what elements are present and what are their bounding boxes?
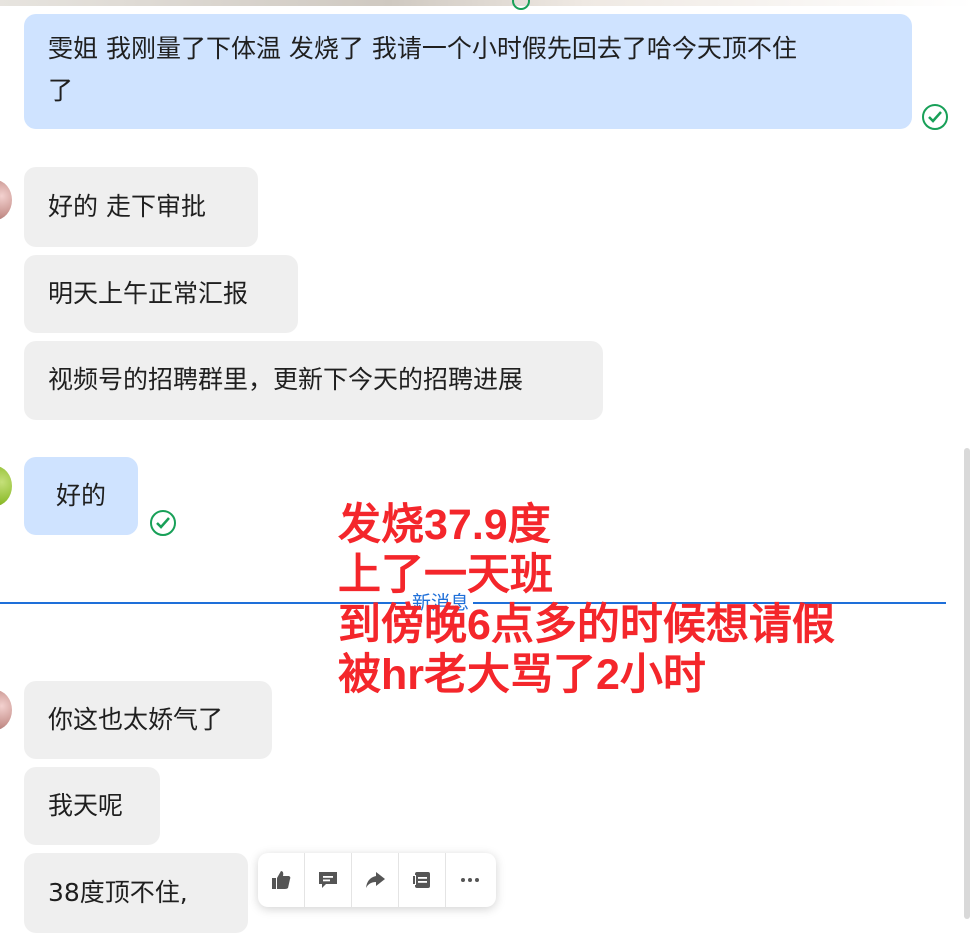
quote-button[interactable] <box>399 853 446 907</box>
overlay-line: 上了一天班 <box>338 551 553 599</box>
message-bubble-incoming[interactable]: 你这也太娇气了 <box>24 681 272 759</box>
thumbs-up-icon <box>272 871 291 889</box>
message-bubble-incoming[interactable]: 好的 走下审批 <box>24 167 258 247</box>
message-text: 视频号的招聘群里，更新下今天的招聘进展 <box>48 365 524 394</box>
comment-icon <box>319 872 337 888</box>
overlay-line: 发烧37.9度 <box>338 501 551 549</box>
like-button[interactable] <box>258 853 305 907</box>
read-check-icon <box>512 0 530 10</box>
read-check-icon <box>922 104 948 130</box>
message-text: 好的 走下审批 <box>48 192 206 221</box>
message-bubble-incoming[interactable]: 我天呢 <box>24 767 160 845</box>
overlay-annotation: 发烧37.9度 上了一天班 到傍晚6点多的时候想请假 被hr老大骂了2小时 <box>338 500 938 700</box>
forward-icon <box>366 872 385 888</box>
message-bubble-outgoing[interactable]: 好的 <box>24 457 138 535</box>
message-action-bar <box>258 853 496 907</box>
forward-button[interactable] <box>352 853 399 907</box>
more-icon <box>460 878 479 882</box>
top-image-strip <box>0 0 974 6</box>
avatar[interactable] <box>0 690 12 730</box>
comment-button[interactable] <box>305 853 352 907</box>
scrollbar[interactable] <box>964 448 970 919</box>
overlay-line: 到傍晚6点多的时候想请假 <box>338 601 835 649</box>
message-bubble-incoming[interactable]: 视频号的招聘群里，更新下今天的招聘进展 <box>24 341 603 420</box>
message-bubble-incoming[interactable]: 明天上午正常汇报 <box>24 255 298 333</box>
avatar[interactable] <box>0 466 12 506</box>
message-text: 好的 <box>56 481 107 510</box>
overlay-line: 被hr老大骂了2小时 <box>338 651 706 699</box>
avatar[interactable] <box>0 180 12 220</box>
message-text-line: 雯姐 我刚量了下体温 发烧了 我请一个小时假先回去了哈今天顶不住 <box>48 34 797 63</box>
message-text: 我天呢 <box>48 791 124 820</box>
message-text-line: 了 <box>48 76 74 105</box>
message-text: 38度顶不住, <box>48 878 188 907</box>
read-check-icon <box>150 510 176 536</box>
message-text: 明天上午正常汇报 <box>48 279 249 308</box>
quote-icon <box>412 872 430 888</box>
more-button[interactable] <box>446 853 493 907</box>
message-text: 你这也太娇气了 <box>48 705 224 734</box>
message-bubble-outgoing[interactable]: 雯姐 我刚量了下体温 发烧了 我请一个小时假先回去了哈今天顶不住 了 <box>24 14 912 129</box>
message-bubble-incoming[interactable]: 38度顶不住, <box>24 853 248 933</box>
